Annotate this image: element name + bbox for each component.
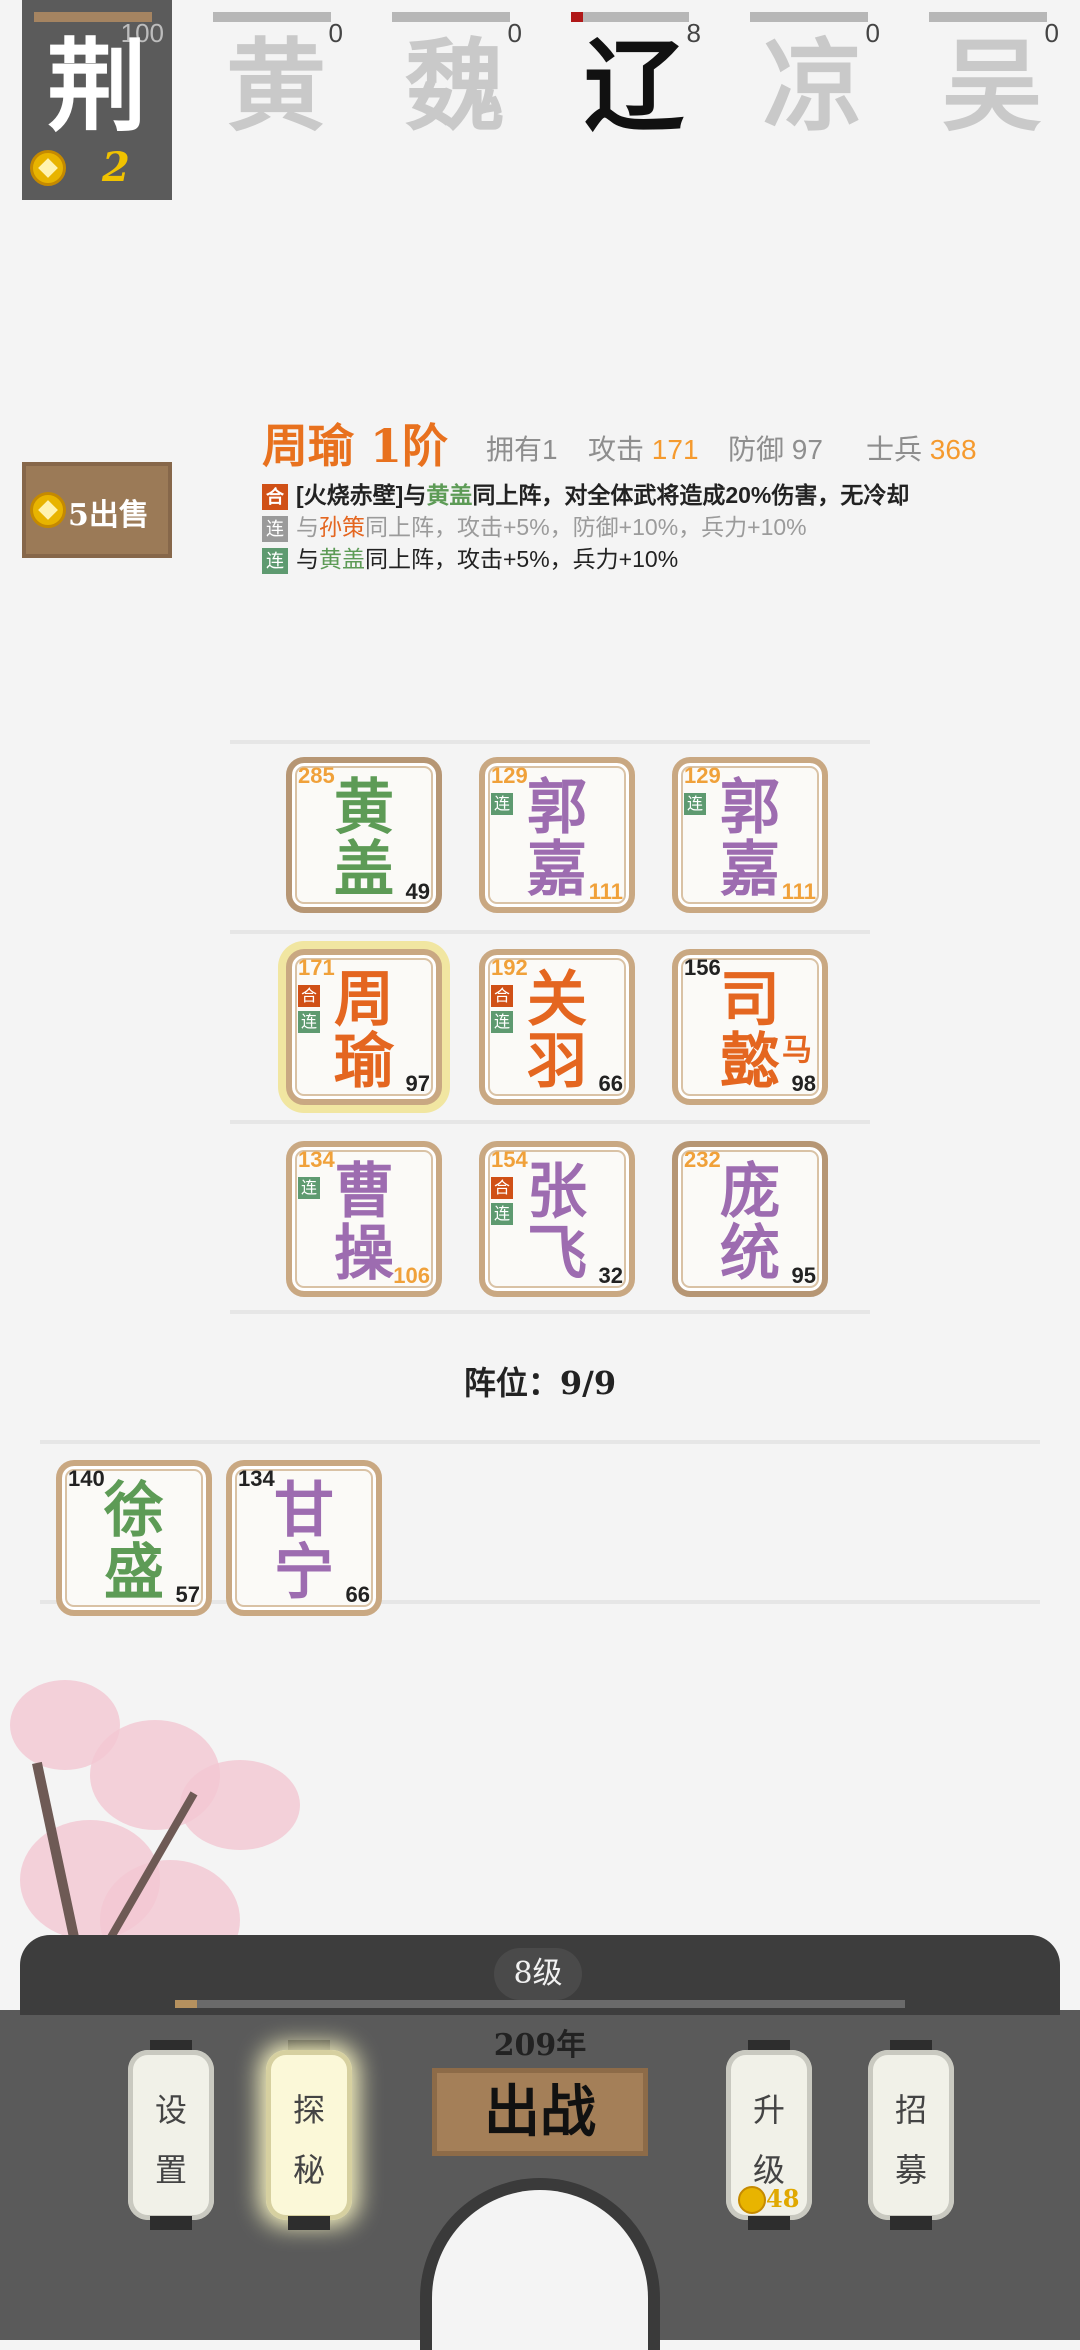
- hero-title: 周瑜 1阶: [262, 419, 449, 473]
- hero-defense: 98: [791, 1071, 816, 1096]
- combo-tag: 合: [262, 483, 288, 510]
- hero-troops: 士兵 368: [866, 434, 977, 465]
- hero-name-extra: 马: [782, 1033, 812, 1068]
- coin-icon: [30, 150, 66, 186]
- hero-card[interactable]: 134 甘宁 66: [226, 1460, 382, 1616]
- faction-progress: [392, 12, 510, 22]
- hero-owned: 拥有1: [486, 434, 558, 465]
- hero-defense: 49: [405, 879, 430, 904]
- hero-card[interactable]: 156 司懿马 98: [672, 949, 828, 1105]
- formation-count: 阵位：9/9: [463, 1364, 617, 1402]
- faction-progress: [571, 12, 689, 22]
- sell-button[interactable]: 5出售: [22, 462, 172, 558]
- fight-button[interactable]: 出战: [432, 2068, 648, 2156]
- faction-name: 荆: [47, 27, 147, 145]
- coin-count: 2: [102, 144, 130, 191]
- faction-progress: [750, 12, 868, 22]
- faction-tab[interactable]: 0魏: [380, 0, 530, 200]
- faction-name: 魏: [405, 27, 505, 145]
- hero-card[interactable]: 134 连曹操 106: [286, 1141, 442, 1297]
- hero-card[interactable]: 232 庞统 95: [672, 1141, 828, 1297]
- hero-card[interactable]: 285 黄盖 49: [286, 757, 442, 913]
- skill-combo-fire: 合 [火烧赤壁]与黄盖同上阵，对全体武将造成20%伤害，无冷却: [262, 476, 909, 510]
- link-tag: 连: [262, 515, 288, 542]
- player-level: 8级: [494, 1948, 582, 2000]
- coin-icon: [30, 492, 66, 528]
- coin-icon: [738, 2186, 766, 2214]
- faction-name: 黄: [226, 27, 326, 145]
- faction-tab[interactable]: 0黄: [201, 0, 351, 200]
- level-progress: [175, 2000, 905, 2008]
- hero-defense: 97: [405, 1071, 430, 1096]
- recruit-button[interactable]: 招募: [868, 2040, 954, 2230]
- explore-button[interactable]: 探秘: [266, 2040, 352, 2230]
- faction-progress: [213, 12, 331, 22]
- hero-card[interactable]: 140 徐盛 57: [56, 1460, 212, 1616]
- skill-link-sunce: 连与孙策同上阵，攻击+5%，防御+10%，兵力+10%: [262, 508, 807, 542]
- hero-defense: 95: [791, 1263, 816, 1288]
- faction-tab[interactable]: 0吴: [917, 0, 1067, 200]
- hero-defense: 66: [345, 1582, 370, 1607]
- faction-tab[interactable]: 0凉: [738, 0, 888, 200]
- faction-name: 吴: [942, 27, 1042, 145]
- hero-defense: 32: [598, 1263, 623, 1288]
- hero-card[interactable]: 154 合连张飞 32: [479, 1141, 635, 1297]
- hero-defense: 防御 97: [728, 434, 823, 465]
- faction-name: 辽: [584, 27, 684, 145]
- hero-card[interactable]: 129 连郭嘉 111: [672, 757, 828, 913]
- faction-progress: [929, 12, 1047, 22]
- hero-defense: 66: [598, 1071, 623, 1096]
- settings-button[interactable]: 设置: [128, 2040, 214, 2230]
- faction-tab[interactable]: 8辽: [559, 0, 709, 200]
- upgrade-cost: 48: [766, 2184, 800, 2213]
- hero-card[interactable]: 192 合连关羽 66: [479, 949, 635, 1105]
- skill-link-huanggai: 连与黄盖同上阵，攻击+5%，兵力+10%: [262, 540, 678, 574]
- hero-defense: 111: [588, 879, 623, 904]
- faction-name: 凉: [763, 27, 863, 145]
- upgrade-button[interactable]: 升级 48: [726, 2040, 812, 2230]
- hero-card[interactable]: 171 合连周瑜 97: [286, 949, 442, 1105]
- hero-attack: 攻击 171: [588, 434, 699, 465]
- hero-defense: 57: [175, 1582, 200, 1607]
- hero-defense: 111: [781, 879, 816, 904]
- hero-card[interactable]: 129 连郭嘉 111: [479, 757, 635, 913]
- link-tag: 连: [262, 547, 288, 574]
- hero-defense: 106: [393, 1263, 430, 1288]
